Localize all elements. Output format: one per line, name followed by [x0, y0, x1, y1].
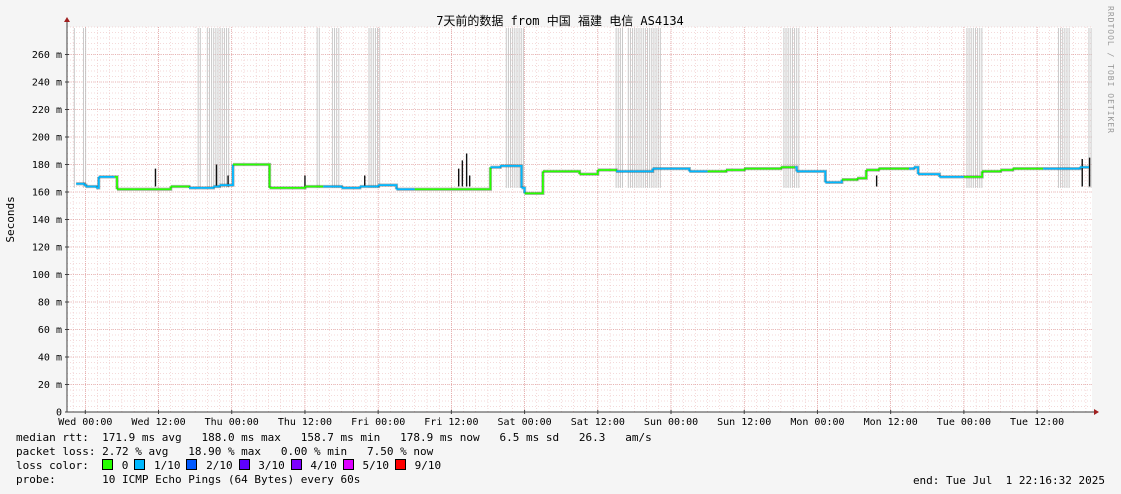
loss-color-text: 2/10	[199, 459, 233, 472]
x-tick-label: Sun 00:00	[644, 417, 698, 428]
y-tick-label: 200 m	[32, 133, 62, 144]
end-timestamp: end: Tue Jul 1 22:16:32 2025	[912, 474, 1105, 487]
loss-color-text: 0	[115, 459, 129, 472]
y-tick-label: 240 m	[32, 78, 62, 89]
x-tick-label: Fri 00:00	[351, 417, 405, 428]
loss-color-item: 5/10	[342, 459, 389, 472]
x-tick-label: Mon 12:00	[864, 417, 918, 428]
x-tick-label: Sat 12:00	[571, 417, 625, 428]
x-tick-label: Mon 00:00	[790, 417, 844, 428]
x-tick-label: Tue 00:00	[937, 417, 991, 428]
loss-color-text: 1/10	[147, 459, 181, 472]
loss-color-item: 9/10	[394, 459, 442, 472]
loss-color-item: 4/10	[290, 459, 337, 472]
loss-color-item: 3/10	[238, 459, 285, 472]
y-tick-label: 60 m	[38, 325, 62, 336]
y-tick-label: 160 m	[32, 188, 62, 199]
x-axis-arrow	[1094, 409, 1099, 415]
loss-color-swatch	[134, 459, 146, 470]
loss-color-items: 0 1/10 2/10 3/10 4/10 5/10 9/10	[102, 459, 447, 472]
x-tick-label: Sun 12:00	[717, 417, 771, 428]
x-tick-label: Tue 12:00	[1010, 417, 1064, 428]
probe-label: probe:	[16, 473, 56, 486]
y-tick-label: 40 m	[38, 353, 62, 364]
y-tick-label: 180 m	[32, 160, 62, 171]
y-axis-label: Seconds	[4, 196, 17, 242]
loss-color-legend: loss color: 0 1/10 2/10 3/10 4/10 5/10 9…	[16, 459, 447, 472]
y-tick-label: 100 m	[32, 270, 62, 281]
y-tick-label: 260 m	[32, 50, 62, 61]
y-tick-label: 140 m	[32, 215, 62, 226]
loss-color-text: 9/10	[407, 459, 442, 472]
loss-color-swatch	[394, 459, 406, 470]
packet-loss-label: packet loss:	[16, 445, 96, 458]
y-axis-arrow	[64, 17, 70, 22]
loss-color-item: 0	[102, 459, 128, 472]
probe-line: probe: 10 ICMP Echo Pings (64 Bytes) eve…	[16, 473, 360, 486]
median-rtt-stats: 171.9 ms avg 188.0 ms max 158.7 ms min 1…	[102, 431, 652, 444]
x-tick-label: Thu 12:00	[278, 417, 332, 428]
chart-title: 7天前的数据 from 中国 福建 电信 AS4134	[436, 13, 684, 28]
probe-text: 10 ICMP Echo Pings (64 Bytes) every 60s	[102, 473, 361, 486]
median-rtt-line: median rtt: 171.9 ms avg 188.0 ms max 15…	[16, 431, 652, 444]
loss-color-swatch	[102, 459, 114, 470]
x-tick-label: Sat 00:00	[497, 417, 551, 428]
y-tick-label: 120 m	[32, 243, 62, 254]
y-tick-label: 80 m	[38, 298, 62, 309]
latency-chart: 020 m40 m60 m80 m100 m120 m140 m160 m180…	[4, 13, 1099, 428]
y-tick-label: 20 m	[38, 380, 62, 391]
loss-color-text: 3/10	[251, 459, 285, 472]
x-tick-label: Fri 12:00	[424, 417, 478, 428]
loss-color-swatch	[342, 459, 354, 470]
loss-color-text: 5/10	[355, 459, 389, 472]
packet-loss-line: packet loss: 2.72 % avg 18.90 % max 0.00…	[16, 445, 433, 458]
y-tick-label: 220 m	[32, 105, 62, 116]
x-tick-label: Wed 00:00	[58, 417, 112, 428]
x-tick-label: Thu 00:00	[205, 417, 259, 428]
packet-loss-stats: 2.72 % avg 18.90 % max 0.00 % min 7.50 %…	[102, 445, 434, 458]
x-tick-label: Wed 12:00	[131, 417, 185, 428]
loss-color-swatch	[186, 459, 198, 470]
loss-color-swatch	[238, 459, 250, 470]
loss-color-text: 4/10	[303, 459, 337, 472]
watermark: RRDTOOL / TOBI OETIKER	[1106, 6, 1115, 134]
loss-color-swatch	[290, 459, 302, 470]
loss-color-item: 2/10	[186, 459, 233, 472]
median-rtt-label: median rtt:	[16, 431, 89, 444]
loss-color-label: loss color:	[16, 459, 89, 472]
loss-color-item: 1/10	[134, 459, 180, 472]
